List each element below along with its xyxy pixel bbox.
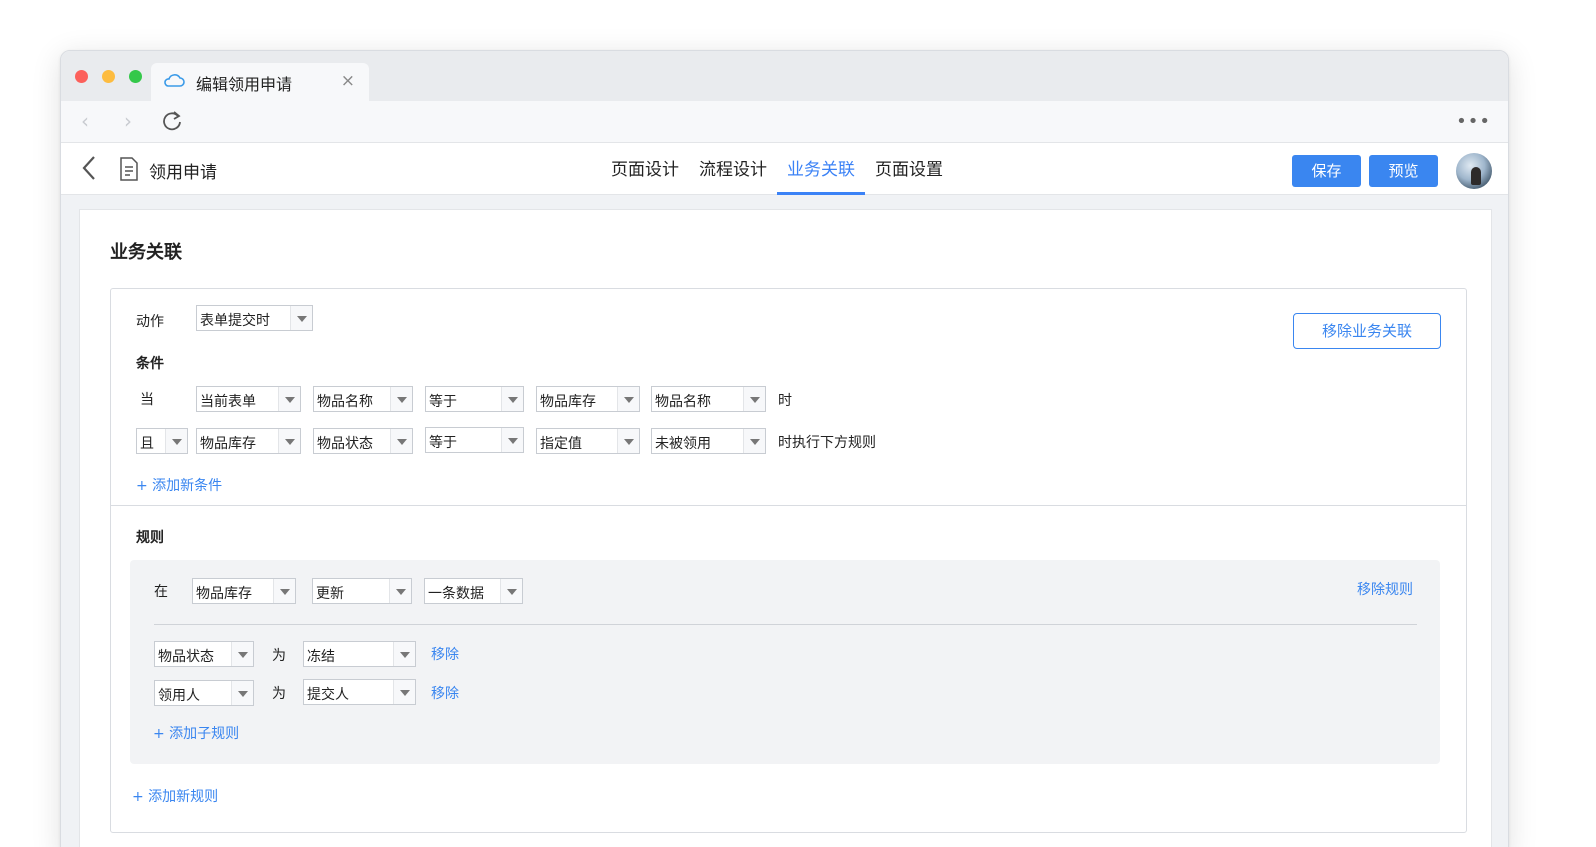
- tab-business-association[interactable]: 业务关联: [777, 143, 865, 195]
- action-select[interactable]: 表单提交时: [196, 305, 313, 331]
- condition-connector-select[interactable]: 且: [136, 428, 188, 454]
- remove-rule-link[interactable]: 移除规则: [1357, 579, 1413, 599]
- chevron-down-icon: [743, 387, 765, 411]
- browser-tab[interactable]: 编辑领用申请 ×: [151, 63, 369, 101]
- chevron-down-icon: [278, 429, 300, 453]
- condition-source-select[interactable]: 当前表单: [196, 386, 301, 412]
- as-label: 为: [272, 648, 286, 664]
- app-title: 领用申请: [149, 163, 217, 183]
- title-bar: 编辑领用申请 ×: [61, 51, 1508, 101]
- chevron-down-icon: [390, 429, 412, 453]
- forward-icon[interactable]: ›: [124, 109, 132, 133]
- remove-association-button[interactable]: 移除业务关联: [1293, 313, 1441, 349]
- sub-rule-field-select[interactable]: 领用人: [154, 680, 254, 706]
- chevron-down-icon: [501, 428, 523, 452]
- in-label: 在: [154, 584, 168, 600]
- back-chevron-icon[interactable]: [79, 153, 99, 183]
- condition-value-select[interactable]: 未被领用: [651, 428, 766, 454]
- chevron-down-icon: [743, 429, 765, 453]
- condition-field-select[interactable]: 物品名称: [313, 386, 413, 412]
- condition-suffix: 时: [778, 393, 792, 409]
- add-sub-rule-link[interactable]: + 添加子规则: [153, 723, 239, 743]
- designer-tabs: 页面设计 流程设计 业务关联 页面设置: [601, 143, 953, 195]
- avatar[interactable]: [1456, 153, 1492, 189]
- condition-source-select[interactable]: 物品库存: [196, 428, 301, 454]
- condition-target-field-select[interactable]: 物品名称: [651, 386, 766, 412]
- main-card: 业务关联 动作 表单提交时 移除业务关联 条件 当 当前表单 物品名称 等于 物…: [79, 209, 1492, 847]
- minimize-window-button[interactable]: [102, 70, 115, 83]
- save-button[interactable]: 保存: [1292, 155, 1361, 187]
- chevron-down-icon: [278, 387, 300, 411]
- chevron-down-icon: [500, 579, 522, 603]
- rule-scope-select[interactable]: 一条数据: [424, 578, 523, 604]
- document-icon: [120, 157, 138, 181]
- action-label: 动作: [136, 314, 164, 330]
- browser-window: 编辑领用申请 × ‹ › ••• 领用申请 页面设计 流程设计 业务关联 页面设…: [60, 50, 1509, 847]
- chevron-down-icon: [393, 680, 415, 704]
- chevron-down-icon: [290, 306, 312, 330]
- more-icon[interactable]: •••: [1456, 111, 1491, 132]
- chevron-down-icon: [273, 579, 295, 603]
- when-label: 当: [140, 392, 154, 408]
- add-rule-link[interactable]: + 添加新规则: [132, 786, 218, 806]
- condition-suffix: 时执行下方规则: [778, 435, 876, 451]
- page-title: 业务关联: [110, 242, 182, 263]
- maximize-window-button[interactable]: [129, 70, 142, 83]
- rule-divider: [154, 624, 1417, 625]
- as-label: 为: [272, 686, 286, 702]
- chevron-down-icon: [501, 387, 523, 411]
- chevron-down-icon: [393, 642, 415, 666]
- sub-rule-field-select[interactable]: 物品状态: [154, 641, 254, 667]
- close-window-button[interactable]: [75, 70, 88, 83]
- condition-target-select[interactable]: 物品库存: [536, 386, 640, 412]
- chevron-down-icon: [165, 429, 187, 453]
- chevron-down-icon: [617, 387, 639, 411]
- association-panel: 动作 表单提交时 移除业务关联 条件 当 当前表单 物品名称 等于 物品库存 物…: [110, 288, 1467, 833]
- tab-page-settings[interactable]: 页面设置: [865, 143, 953, 195]
- section-divider: [111, 505, 1466, 506]
- sub-rule-value-select[interactable]: 冻结: [303, 641, 416, 667]
- rule-operation-select[interactable]: 更新: [312, 578, 412, 604]
- tab-page-design[interactable]: 页面设计: [601, 143, 689, 195]
- app-header: 领用申请 页面设计 流程设计 业务关联 页面设置 保存 预览: [61, 143, 1508, 195]
- tab-process-design[interactable]: 流程设计: [689, 143, 777, 195]
- chevron-down-icon: [389, 579, 411, 603]
- chevron-down-icon: [231, 681, 253, 705]
- add-condition-link[interactable]: + 添加新条件: [136, 475, 222, 495]
- condition-target-select[interactable]: 指定值: [536, 428, 640, 454]
- rule-card: 在 物品库存 更新 一条数据 移除规则 物品状态 为 冻结 移除 领用人 为 提…: [130, 560, 1440, 764]
- condition-operator-select[interactable]: 等于: [425, 427, 524, 453]
- remove-sub-rule-link[interactable]: 移除: [431, 644, 459, 664]
- remove-sub-rule-link[interactable]: 移除: [431, 683, 459, 703]
- browser-toolbar: ‹ › •••: [61, 101, 1508, 143]
- sub-rule-value-select[interactable]: 提交人: [303, 679, 416, 705]
- chevron-down-icon: [617, 429, 639, 453]
- preview-button[interactable]: 预览: [1369, 155, 1438, 187]
- back-icon[interactable]: ‹: [81, 109, 89, 133]
- tab-title: 编辑领用申请: [196, 75, 293, 94]
- rules-label: 规则: [136, 530, 164, 546]
- chevron-down-icon: [231, 642, 253, 666]
- rule-table-select[interactable]: 物品库存: [192, 578, 296, 604]
- condition-operator-select[interactable]: 等于: [425, 386, 524, 412]
- reload-icon[interactable]: [161, 110, 183, 132]
- conditions-label: 条件: [136, 356, 164, 372]
- cloud-icon: [164, 74, 185, 87]
- condition-field-select[interactable]: 物品状态: [313, 428, 413, 454]
- chevron-down-icon: [390, 387, 412, 411]
- tab-close-icon[interactable]: ×: [341, 71, 355, 91]
